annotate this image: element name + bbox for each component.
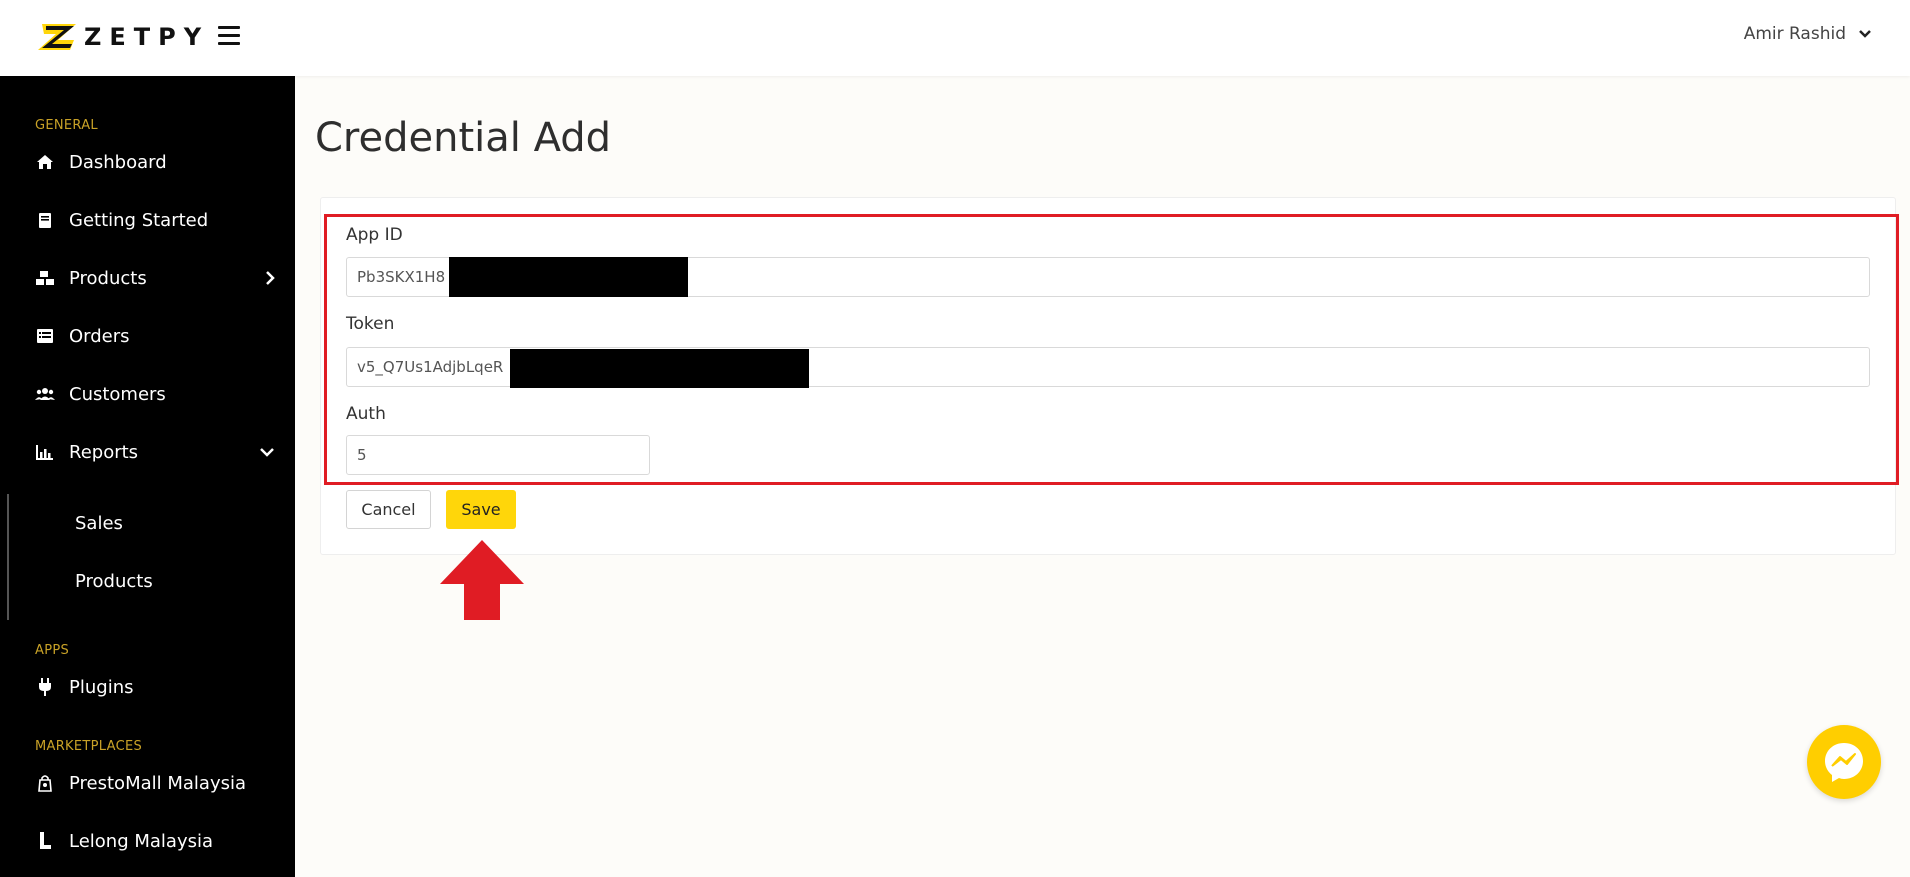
sidebar-item-label: Reports (69, 441, 139, 463)
prestomall-icon (35, 773, 55, 793)
redaction-bar (510, 349, 809, 388)
auth-label: Auth (346, 404, 386, 424)
user-name: Amir Rashid (1743, 24, 1846, 44)
sidebar-item-plugins[interactable]: Plugins (35, 672, 285, 702)
sidebar-item-orders[interactable]: Orders (35, 321, 285, 351)
plug-icon (35, 677, 55, 697)
chart-icon (35, 442, 55, 462)
user-menu[interactable]: Amir Rashid (1744, 24, 1872, 44)
sidebar-item-label: Plugins (69, 676, 134, 698)
sidebar-item-customers[interactable]: Customers (35, 379, 285, 409)
sidebar-item-dashboard[interactable]: Dashboard (35, 147, 285, 177)
sidebar-item-label: Orders (69, 325, 130, 347)
sidebar-item-label: Customers (69, 383, 166, 405)
submenu-divider (7, 494, 9, 620)
section-label-general: GENERAL (35, 118, 98, 133)
sidebar: GENERAL Dashboard Getting Started Produc… (0, 76, 295, 877)
chevron-down-icon (1859, 30, 1871, 38)
sidebar-item-reports[interactable]: Reports (35, 437, 285, 467)
menu-toggle-icon[interactable] (218, 26, 240, 46)
token-label: Token (346, 314, 395, 334)
sidebar-item-label: Lelong Malaysia (69, 830, 214, 852)
sidebar-item-label: Getting Started (69, 209, 209, 231)
auth-input[interactable] (346, 435, 650, 475)
sidebar-item-label: PrestoMall Malaysia (69, 772, 247, 794)
logo-text: ZETPY (84, 23, 210, 51)
lelong-icon (35, 831, 55, 851)
sidebar-item-getting-started[interactable]: Getting Started (35, 205, 285, 235)
save-button[interactable]: Save (446, 490, 516, 529)
messenger-icon (1825, 743, 1863, 782)
app-id-label: App ID (346, 225, 403, 245)
home-icon (35, 152, 55, 172)
sidebar-item-label: Products (69, 267, 147, 289)
zetpy-logo-icon (38, 24, 76, 50)
arrow-up-icon (440, 540, 524, 620)
book-icon (35, 210, 55, 230)
sidebar-item-lelong[interactable]: Lelong Malaysia (35, 826, 285, 856)
sidebar-item-products[interactable]: Products (35, 263, 285, 293)
sidebar-subitem-sales[interactable]: Sales (75, 513, 123, 534)
section-label-marketplaces: MARKETPLACES (35, 739, 143, 754)
cancel-button[interactable]: Cancel (346, 490, 431, 529)
top-bar: ZETPY Amir Rashid (0, 0, 1910, 76)
sidebar-subitem-products[interactable]: Products (75, 571, 153, 592)
users-icon (35, 384, 55, 404)
list-icon (35, 326, 55, 346)
chevron-right-icon (266, 271, 275, 285)
section-label-apps: APPS (35, 643, 70, 658)
redaction-bar (449, 257, 688, 297)
page-title: Credential Add (315, 115, 612, 161)
sidebar-item-label: Dashboard (69, 151, 167, 173)
chevron-down-icon (260, 448, 274, 457)
logo[interactable]: ZETPY (36, 18, 209, 56)
boxes-icon (35, 268, 55, 288)
sidebar-item-prestomall[interactable]: PrestoMall Malaysia (35, 768, 285, 798)
messenger-chat-button[interactable] (1807, 725, 1881, 799)
